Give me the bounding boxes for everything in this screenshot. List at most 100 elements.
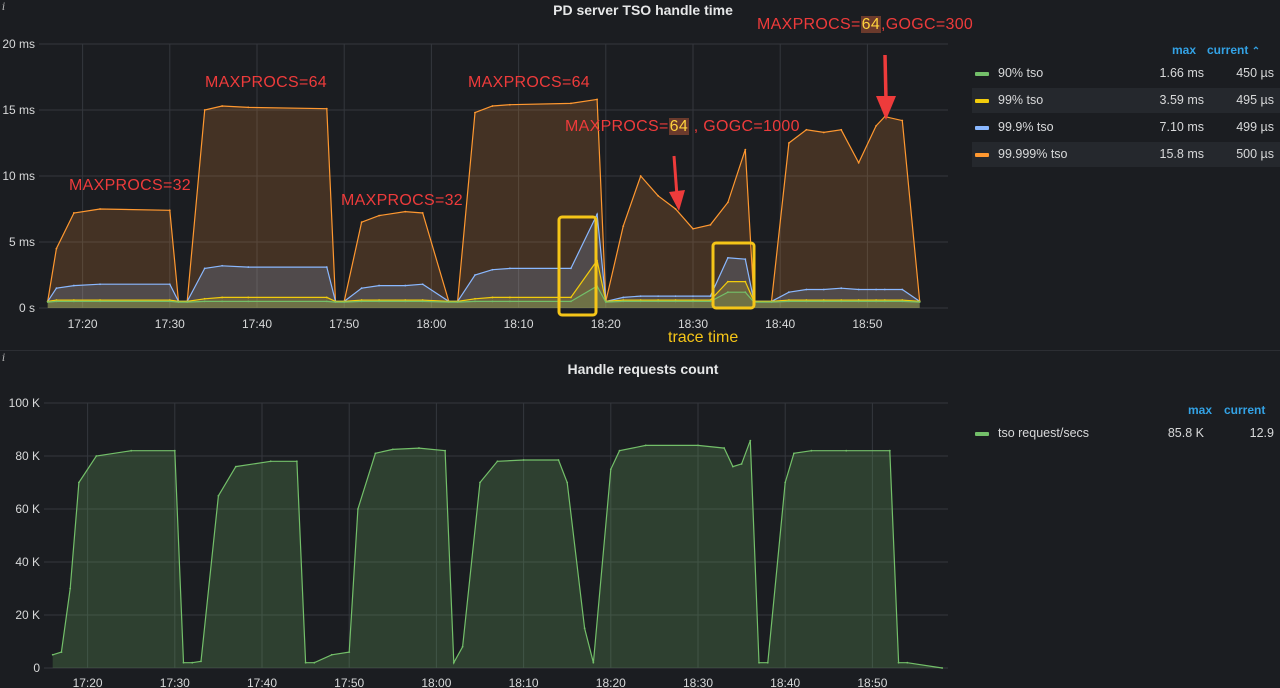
x-tick-label: 18:50 xyxy=(852,317,882,331)
data-point xyxy=(883,288,886,291)
annotation-maxprocs-64-a: MAXPROCS=64 xyxy=(205,74,328,91)
data-point xyxy=(766,661,769,664)
data-point xyxy=(491,296,494,299)
data-point xyxy=(69,587,72,590)
y-tick-label: 0 s xyxy=(19,301,35,315)
legend-swatch xyxy=(975,153,989,157)
data-point xyxy=(622,225,625,228)
data-point xyxy=(99,283,101,286)
y-tick-label: 80 K xyxy=(15,449,40,463)
data-point xyxy=(221,300,224,303)
data-point xyxy=(496,460,499,463)
legend-max-header[interactable]: max xyxy=(1188,403,1212,417)
data-point xyxy=(508,300,511,303)
series-area xyxy=(52,440,943,668)
tso-handle-time-chart[interactable]: 20 ms 15 ms 10 ms 5 ms 0 s 17:20 17:30 17:40 17:… xyxy=(0,0,970,346)
data-point xyxy=(325,300,328,303)
data-point xyxy=(360,221,363,224)
x-tick-label: 18:40 xyxy=(765,317,795,331)
y-tick-label: 40 K xyxy=(15,555,40,569)
legend-series-name[interactable]: 99% tso xyxy=(998,88,1043,113)
legend-series-name[interactable]: 90% tso xyxy=(998,61,1043,86)
data-point xyxy=(744,280,747,283)
data-point xyxy=(726,280,729,283)
data-point xyxy=(788,291,790,294)
data-point xyxy=(840,128,843,131)
x-tick-label: 17:30 xyxy=(160,676,190,688)
y-tick-label: 5 ms xyxy=(9,235,35,249)
data-point xyxy=(491,105,494,107)
data-point xyxy=(421,212,424,214)
data-point xyxy=(596,213,598,216)
x-tick-label: 17:40 xyxy=(242,317,272,331)
x-tick-label: 18:00 xyxy=(416,317,446,331)
data-point xyxy=(570,267,572,270)
data-point xyxy=(60,651,63,653)
legend-series-name[interactable]: 99.999% tso xyxy=(998,142,1068,167)
data-point xyxy=(657,194,660,197)
data-point xyxy=(674,300,677,303)
legend-max-value: 1.66 ms xyxy=(1159,66,1204,80)
y-tick-label: 20 K xyxy=(15,608,40,622)
data-point xyxy=(557,459,560,461)
annotation-maxprocs-32-a: MAXPROCS=32 xyxy=(69,177,192,194)
legend-series-name[interactable]: tso request/secs xyxy=(998,421,1089,446)
legend-row[interactable]: tso request/secs 85.8 K 12.9 xyxy=(972,421,1280,446)
data-point xyxy=(805,288,808,291)
x-tick-label: 18:10 xyxy=(509,676,539,688)
data-point xyxy=(491,268,494,271)
data-point xyxy=(784,481,787,484)
data-point xyxy=(570,300,572,303)
data-point xyxy=(744,291,747,294)
data-point xyxy=(357,508,359,510)
data-point xyxy=(731,465,734,468)
data-point xyxy=(182,661,185,664)
data-point xyxy=(674,208,677,210)
data-point xyxy=(447,301,450,303)
legend-row[interactable]: 99.9% tso 7.10 ms 499 µs xyxy=(972,115,1280,140)
data-point xyxy=(200,660,202,663)
data-point xyxy=(168,300,171,303)
data-point xyxy=(744,148,747,151)
legend-max-value: 15.8 ms xyxy=(1159,147,1204,161)
legend-max-header[interactable]: max xyxy=(1172,43,1196,57)
data-point xyxy=(788,300,790,303)
data-point xyxy=(55,247,58,250)
data-point xyxy=(313,661,316,664)
data-point xyxy=(508,103,511,106)
data-point xyxy=(901,119,904,122)
legend-row[interactable]: 99% tso 3.59 ms 495 µs xyxy=(972,88,1280,113)
legend-current-header[interactable]: current ⌃ xyxy=(1207,43,1260,57)
legend-series-name[interactable]: 99.9% tso xyxy=(998,115,1054,140)
data-point xyxy=(805,300,808,303)
data-point xyxy=(822,131,825,134)
data-point xyxy=(191,661,194,664)
data-point xyxy=(173,449,176,452)
data-point xyxy=(692,227,694,230)
x-tick-label: 17:20 xyxy=(68,317,98,331)
data-point xyxy=(474,111,476,114)
legend-row[interactable]: 99.999% tso 15.8 ms 500 µs xyxy=(972,142,1280,167)
data-point xyxy=(744,258,747,261)
data-point xyxy=(644,444,647,447)
legend-current-header[interactable]: current xyxy=(1224,403,1265,417)
handle-requests-chart[interactable]: 100 K 80 K 60 K 40 K 20 K 0 17:20 17:30 17:40 17:… xyxy=(0,351,970,688)
x-tick-label: 18:40 xyxy=(770,676,800,688)
data-point xyxy=(325,296,328,299)
legend-swatch xyxy=(975,126,989,130)
data-point xyxy=(221,264,224,267)
y-tick-label: 100 K xyxy=(9,396,40,410)
trace-time-label: trace time xyxy=(668,329,739,346)
y-tick-label: 60 K xyxy=(15,502,40,516)
legend-row[interactable]: 90% tso 1.66 ms 450 µs xyxy=(972,61,1280,86)
x-tick-label: 18:20 xyxy=(591,317,621,331)
legend-swatch xyxy=(975,432,989,436)
data-point xyxy=(391,448,394,451)
data-point xyxy=(177,301,180,303)
x-tick-label: 18:20 xyxy=(596,676,626,688)
data-point xyxy=(604,301,607,303)
data-point xyxy=(918,301,921,303)
legend-swatch xyxy=(975,99,989,103)
annotation-maxprocs-64-b: MAXPROCS=64 xyxy=(468,74,591,91)
data-point xyxy=(883,300,886,303)
